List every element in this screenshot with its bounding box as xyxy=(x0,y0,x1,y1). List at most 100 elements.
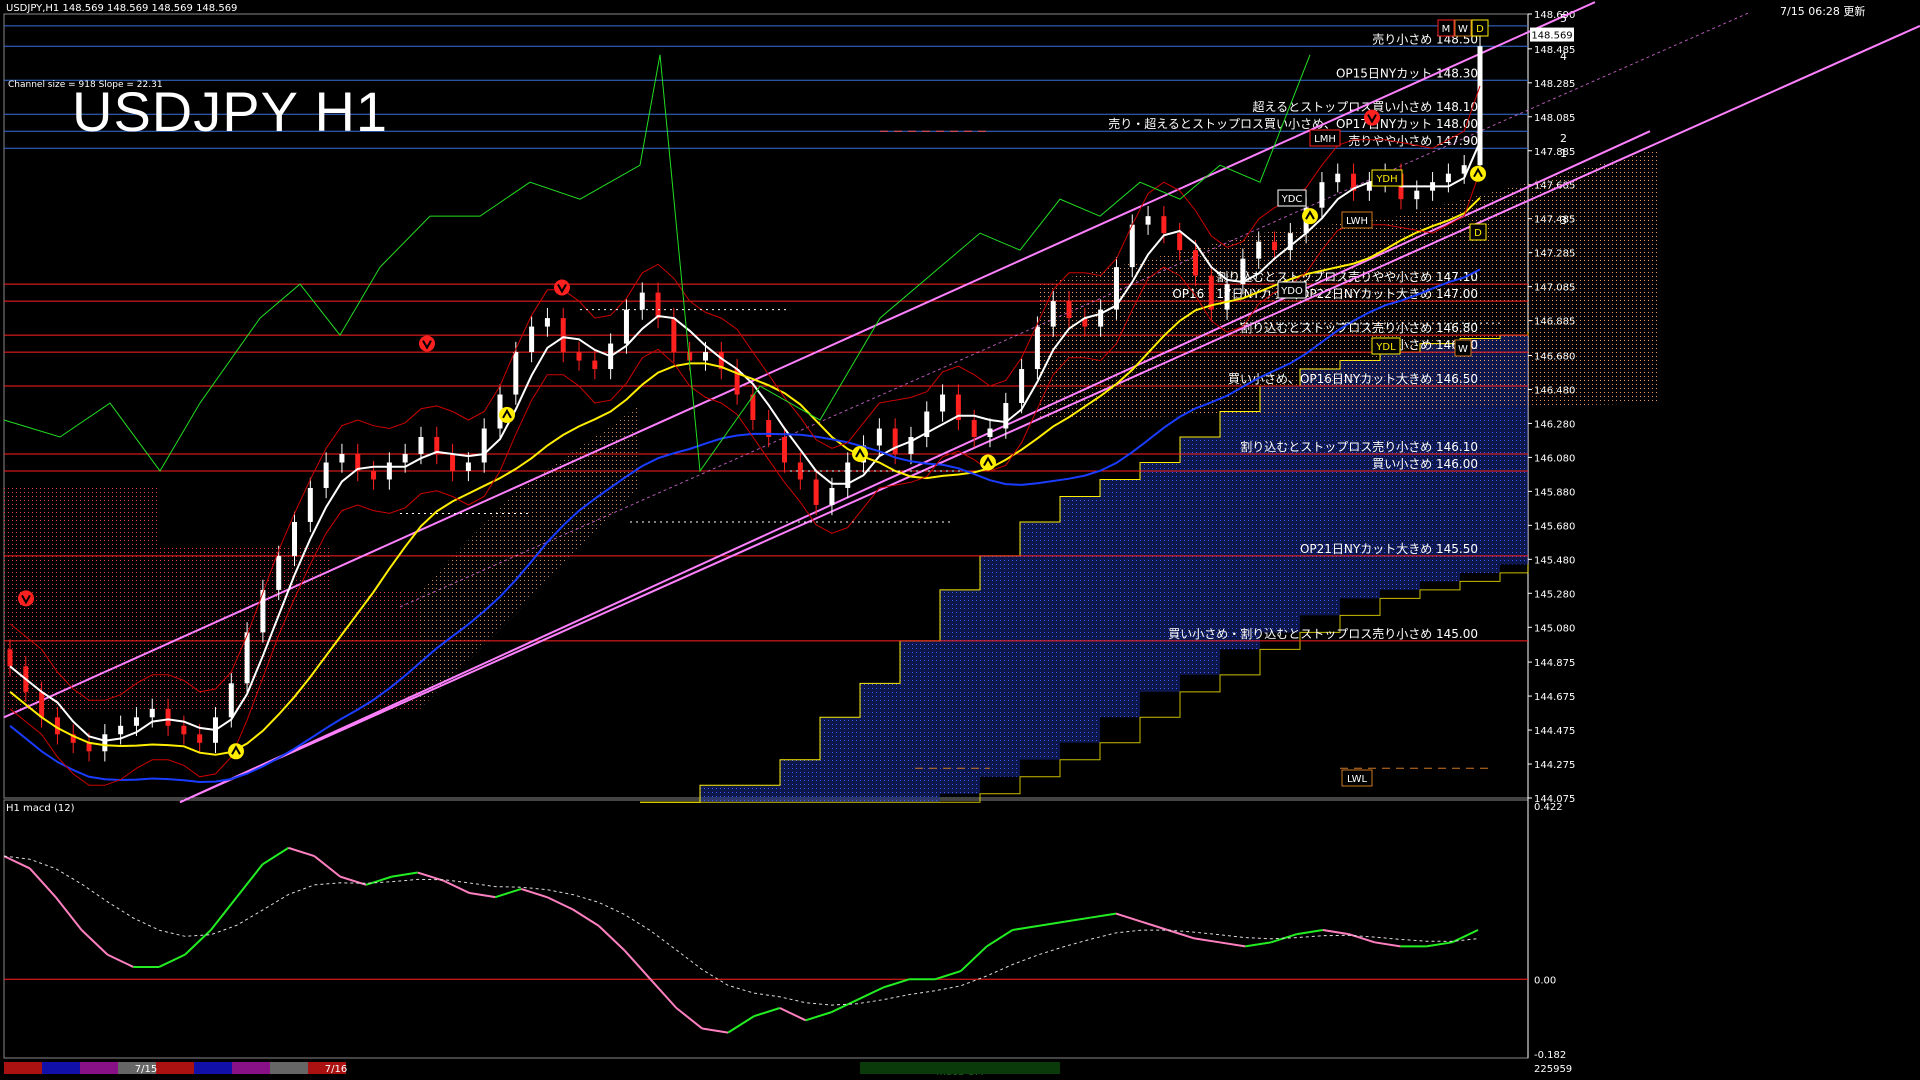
macd-segment xyxy=(1064,916,1091,923)
candle-body xyxy=(1414,190,1420,200)
price-axis: 148.690148.485148.285148.085147.885147.6… xyxy=(1528,10,1575,805)
candle xyxy=(750,384,756,431)
candle xyxy=(118,715,124,745)
macd-segment xyxy=(313,855,341,878)
macd-segment xyxy=(235,863,264,898)
lmh-tag: LMH xyxy=(1309,129,1341,147)
level-label: 割り込むとストップロス売り小さめ 146.10 xyxy=(1240,439,1478,454)
buy-signal-icon xyxy=(499,406,515,423)
macd-signal-line xyxy=(3,855,1479,1006)
candle xyxy=(940,384,946,422)
current-price-badge: 148.569 xyxy=(1530,27,1574,42)
macd-segment xyxy=(391,871,418,878)
level-label: 買い小さめ・割り込むとストップロス売り小さめ 145.00 xyxy=(1168,626,1478,641)
candle-body xyxy=(1272,241,1278,251)
candle xyxy=(402,443,408,473)
candle-body xyxy=(813,479,819,505)
level-label: OP15日NYカット 148.30 xyxy=(1336,66,1478,80)
sell-signal-icon xyxy=(419,335,435,352)
macd-segment xyxy=(598,925,626,952)
candle xyxy=(576,341,582,371)
candle xyxy=(181,715,187,745)
period-w-tag: W xyxy=(1454,19,1472,37)
chart-canvas[interactable]: 148.690148.485148.285148.085147.885147.6… xyxy=(0,0,1920,1080)
candle xyxy=(102,724,108,762)
macd-segment xyxy=(986,929,1014,948)
candle-body xyxy=(1145,216,1151,225)
candle-body xyxy=(1034,326,1040,370)
svg-text:LMH: LMH xyxy=(1314,134,1336,145)
candle-body xyxy=(1019,369,1025,404)
svg-text:M: M xyxy=(1442,24,1451,35)
period-w-tag-2: W xyxy=(1454,339,1472,357)
candle xyxy=(1351,163,1357,201)
macd-axis-label: 0.00 xyxy=(1534,975,1556,986)
macd-segment xyxy=(365,875,393,886)
channel-number-label: 2 xyxy=(1560,132,1567,145)
svg-text:YDL: YDL xyxy=(1375,342,1396,353)
ichimoku-cloud-red xyxy=(4,487,420,709)
candle xyxy=(307,477,313,533)
macd-segment xyxy=(1296,929,1323,936)
ydh-tag: YDH xyxy=(1371,169,1403,187)
session-segment xyxy=(270,1062,308,1074)
channel-number-label: 4 xyxy=(1560,50,1567,63)
candle-body xyxy=(228,683,234,718)
price-axis-label: 145.280 xyxy=(1534,589,1575,600)
candle-body xyxy=(481,428,487,463)
candle xyxy=(1319,171,1325,218)
candle xyxy=(1335,163,1341,193)
candle-body xyxy=(1050,301,1056,327)
macd-segment xyxy=(262,847,289,866)
buy-signal-icon xyxy=(228,743,244,760)
macd-segment xyxy=(158,953,186,968)
candle-body xyxy=(560,318,566,353)
candle xyxy=(734,358,740,405)
candle-body xyxy=(1335,173,1341,183)
candle xyxy=(1445,163,1451,193)
price-axis-label: 144.675 xyxy=(1534,692,1575,703)
candle-body xyxy=(133,717,139,726)
candle-body xyxy=(639,292,645,310)
candle xyxy=(671,307,677,363)
macd-segment xyxy=(80,929,109,956)
macd-segment xyxy=(520,887,548,899)
candle-body xyxy=(450,453,456,471)
candle xyxy=(481,418,487,473)
candle-body xyxy=(1161,216,1167,234)
session-segment xyxy=(156,1062,194,1074)
candle xyxy=(639,282,645,320)
macd-segment xyxy=(1193,937,1220,944)
symbol-info: USDJPY,H1 148.569 148.569 148.569 148.56… xyxy=(6,3,238,14)
macd-segment xyxy=(1089,912,1117,919)
candle-body xyxy=(1192,250,1198,276)
candle xyxy=(355,443,361,482)
svg-text:YDH: YDH xyxy=(1375,174,1397,185)
candle xyxy=(323,452,329,499)
macd-segment xyxy=(1141,920,1168,931)
macd-segment xyxy=(54,896,83,931)
candle-body xyxy=(940,394,946,412)
lwl-tag: LWL xyxy=(1341,769,1373,787)
candle xyxy=(70,724,76,753)
level-label: 超えるとストップロス買い小さめ 148.10 xyxy=(1253,99,1478,114)
candle-body xyxy=(671,318,677,353)
macd-axis-label: 0.422 xyxy=(1534,802,1563,813)
candle-body xyxy=(418,437,424,454)
candle-body xyxy=(149,708,155,718)
ydo-tag: YDO xyxy=(1277,281,1307,299)
period-d-tag: D xyxy=(1471,19,1489,37)
candle xyxy=(513,341,519,405)
session-segment xyxy=(4,1062,42,1074)
session-segment xyxy=(194,1062,232,1074)
candle-body xyxy=(323,462,329,488)
candle-body xyxy=(7,649,13,667)
update-timestamp: 7/15 06:28 更新 xyxy=(1780,5,1866,18)
candle-body xyxy=(197,734,203,743)
candle xyxy=(560,307,566,363)
candle-body xyxy=(1003,403,1009,429)
candle xyxy=(244,622,250,694)
candle-body xyxy=(386,462,392,480)
candle xyxy=(529,316,535,363)
macd-segment xyxy=(727,1015,755,1034)
